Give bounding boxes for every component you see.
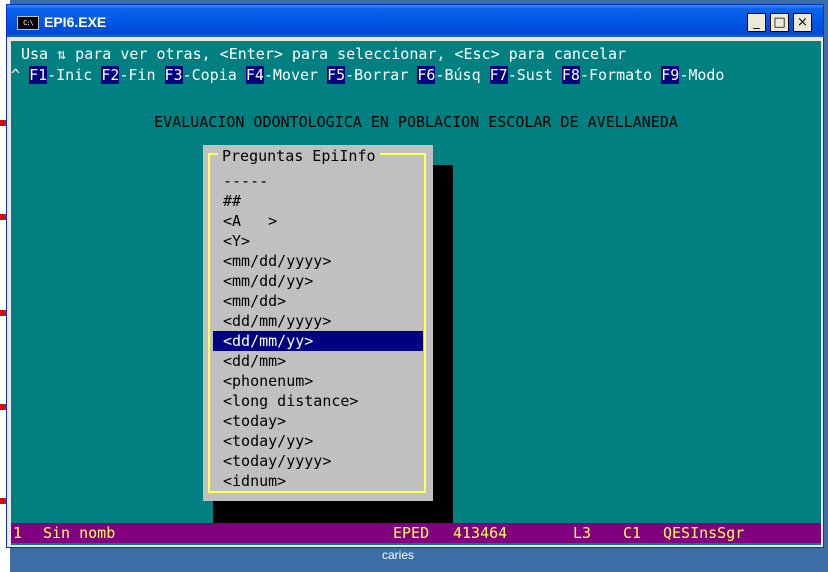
fkey-f8[interactable]: F8-Formato	[561, 65, 662, 85]
fkey-key: F6	[417, 66, 436, 84]
list-item[interactable]: -----	[213, 171, 423, 191]
fkey-f9[interactable]: F9-Modo	[661, 65, 724, 85]
list-item[interactable]: <A >	[213, 211, 423, 231]
fkey-key: F1	[29, 66, 48, 84]
fkey-key: F4	[245, 66, 264, 84]
list-item[interactable]: <mm/dd/yy>	[213, 271, 423, 291]
list-item[interactable]: <phonenum>	[213, 371, 423, 391]
list-item[interactable]: <dd/mm>	[213, 351, 423, 371]
fkey-label: -Inic	[47, 66, 102, 84]
navigation-hint: Usa ⇅ para ver otras, <Enter> para selec…	[21, 45, 627, 63]
maximize-button[interactable]: □	[770, 13, 789, 32]
fkey-label: -Mover	[263, 66, 328, 84]
fkey-f6[interactable]: F6-Búsq	[417, 65, 489, 85]
status-mode: EPED	[393, 524, 430, 542]
desktop-icon-caption[interactable]: caries	[382, 548, 414, 562]
list-item[interactable]: <today/yy>	[213, 431, 423, 451]
fkey-f7[interactable]: F7-Sust	[489, 65, 562, 85]
list-item[interactable]: <mm/dd>	[213, 291, 423, 311]
list-item[interactable]: <Y>	[213, 231, 423, 251]
status-memory: 413464	[453, 524, 508, 542]
fkey-f3[interactable]: F3-Copia	[164, 65, 246, 85]
list-item[interactable]: <today>	[213, 411, 423, 431]
preguntas-dialog: Preguntas EpiInfo ----- ## <A > <Y> <mm/dd/y…	[203, 145, 433, 501]
fkey-label: -Formato	[579, 66, 662, 84]
console-screen[interactable]: Usa ⇅ para ver otras, <Enter> para selec…	[11, 41, 821, 545]
list-item[interactable]: <long distance>	[213, 391, 423, 411]
fkey-label: -Copia	[182, 66, 246, 84]
close-button[interactable]: ×	[793, 13, 812, 32]
fkey-key: F7	[489, 66, 508, 84]
dialog-title: Preguntas EpiInfo	[218, 147, 380, 165]
status-line: L3	[573, 524, 592, 542]
fkey-prefix: ^	[11, 66, 30, 84]
window-title: EPI6.EXE	[44, 14, 107, 30]
minimize-button[interactable]: _	[747, 13, 766, 32]
list-item-selected[interactable]: <dd/mm/yy>	[213, 331, 423, 351]
fkey-f2[interactable]: F2-Fin	[101, 65, 164, 85]
status-page: 1	[13, 524, 23, 542]
list-item[interactable]: <mm/dd/yyyy>	[213, 251, 423, 271]
fkey-label: -Modo	[679, 66, 725, 84]
list-item[interactable]: <dd/mm/yyyy>	[213, 311, 423, 331]
fkey-key: F3	[164, 66, 183, 84]
title-bar[interactable]: C:\ EPI6.EXE _ □ ×	[7, 5, 823, 37]
fkey-f4[interactable]: F4-Mover	[245, 65, 328, 85]
status-file-name: Sin nomb	[43, 524, 116, 542]
fkey-key: F2	[101, 66, 120, 84]
function-key-bar: ^ F1-Inic F2-Fin F3-Copia F4-Mover F5-Bo…	[11, 65, 724, 85]
fkey-label: -Borrar	[345, 66, 418, 84]
fkey-label: -Búsq	[435, 66, 490, 84]
fkey-f1[interactable]: ^ F1-Inic	[11, 65, 101, 85]
fkey-key: F8	[561, 66, 580, 84]
status-column: C1	[623, 524, 642, 542]
fkey-f5[interactable]: F5-Borrar	[327, 65, 417, 85]
fkey-label: -Sust	[507, 66, 562, 84]
fkey-key: F5	[327, 66, 346, 84]
console-app-icon[interactable]: C:\	[17, 16, 39, 30]
fkey-key: F9	[661, 66, 680, 84]
status-flags: QESInsSgr	[663, 524, 745, 542]
fkey-label: -Fin	[119, 66, 165, 84]
list-item[interactable]: <idnum>	[213, 471, 423, 491]
form-title: EVALUACION ODONTOLOGICA EN POBLACION ESC…	[154, 113, 678, 131]
list-item[interactable]: <today/yyyy>	[213, 451, 423, 471]
question-list: ----- ## <A > <Y> <mm/dd/yyyy> <mm/dd/yy> <mm/…	[213, 171, 423, 491]
console-window: C:\ EPI6.EXE _ □ × Usa ⇅ para ver otras,…	[6, 4, 824, 548]
list-item[interactable]: ##	[213, 191, 423, 211]
status-bar: 1 Sin nomb EPED 413464 L3 C1 QESInsSgr	[11, 523, 821, 543]
